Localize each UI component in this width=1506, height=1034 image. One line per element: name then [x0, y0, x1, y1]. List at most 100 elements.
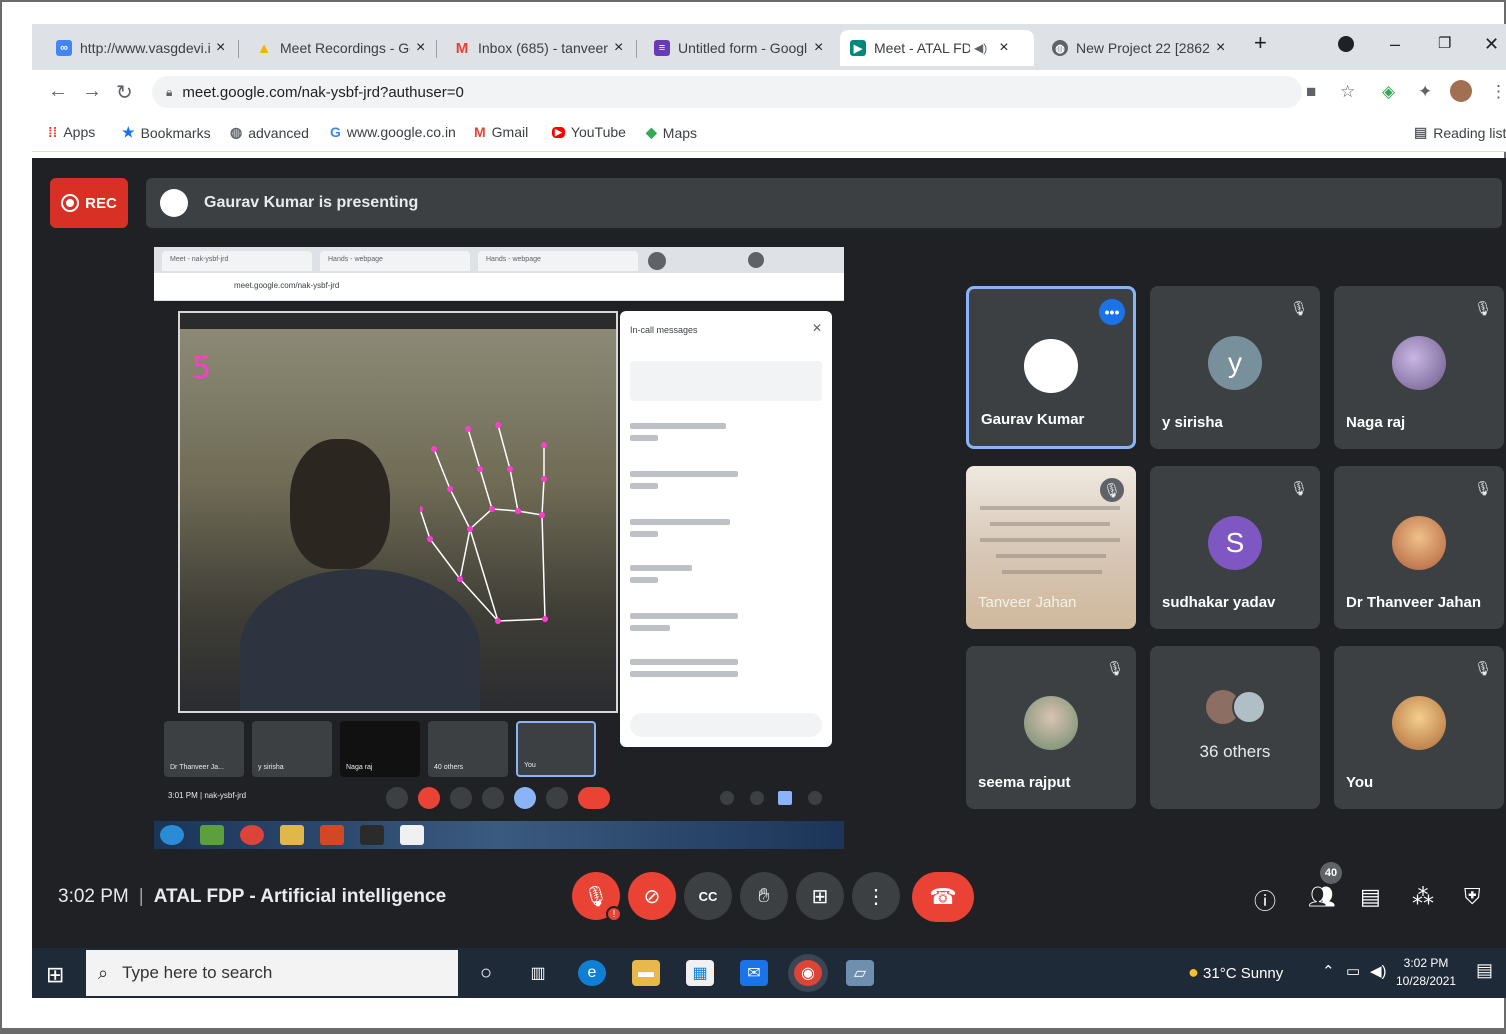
mic-off-icon: 🎙︎	[583, 885, 609, 908]
close-icon[interactable]: ×	[814, 39, 823, 57]
avatar	[1392, 516, 1446, 570]
task-view-icon[interactable]: ▥	[524, 960, 552, 986]
profile-avatar[interactable]	[1450, 80, 1472, 102]
restore-icon[interactable]: ❐	[1438, 34, 1451, 52]
search-icon: ⌕	[98, 962, 109, 983]
webcam-titlebar	[180, 313, 616, 329]
host-controls-icon[interactable]: ⛨	[1464, 884, 1481, 910]
participant-tile[interactable]: ••• Gaurav Kumar	[966, 286, 1136, 449]
weather-widget[interactable]: ● 31°C Sunny	[1188, 962, 1283, 983]
browser-tab-active[interactable]: ▶ Meet - ATAL FDP ◀) ×	[840, 30, 1034, 66]
participant-tile[interactable]: 🎙︎ Naga raj	[1334, 286, 1504, 449]
present-button[interactable]: ⊞	[796, 872, 844, 920]
participant-thumbnail: 40 others	[428, 721, 508, 777]
participant-name: Gaurav Kumar	[981, 411, 1085, 428]
file-explorer-icon[interactable]: ▬	[632, 960, 660, 986]
mic-off-icon: 🎙︎	[1106, 660, 1124, 676]
participant-name: seema rajput	[978, 774, 1071, 791]
menu-dots-icon[interactable]: ⋮	[1490, 82, 1506, 102]
warning-icon: !	[606, 906, 622, 922]
info-icon[interactable]: ⓘ	[1254, 884, 1276, 916]
chat-icon[interactable]: ▤	[1360, 884, 1381, 910]
meeting-title: ATAL FDP - Artificial intelligence	[153, 886, 447, 907]
mic-off-icon: 🎙︎	[1290, 480, 1308, 496]
show-hidden-icons[interactable]: ⌃	[1322, 962, 1335, 980]
chrome-icon[interactable]: ◉	[794, 960, 822, 986]
browser-tab[interactable]: ▲ Meet Recordings - Go ×	[246, 30, 426, 66]
cortana-icon[interactable]: ○	[472, 960, 500, 986]
raise-hand-button[interactable]: ✋︎	[740, 872, 788, 920]
browser-tab[interactable]: M Inbox (685) - tanveer ×	[444, 30, 624, 66]
store-icon[interactable]: ▦	[686, 960, 714, 986]
leave-call-button[interactable]: ☎︎	[912, 872, 974, 922]
windows-start-icon[interactable]: ⊞	[46, 962, 64, 988]
bookmark-bookmarks[interactable]: ★ Bookmarks	[122, 124, 211, 141]
people-icon[interactable]: 👥︎	[1308, 884, 1336, 910]
puzzle-icon[interactable]: ✦	[1418, 82, 1432, 102]
participant-tile[interactable]: 🎙︎ y y sirisha	[1150, 286, 1320, 449]
avatar	[1024, 339, 1078, 393]
taskbar-search[interactable]: ⌕ Type here to search	[86, 950, 458, 996]
browser-tab[interactable]: ∞ http://www.vasgdevi.i ×	[46, 30, 225, 66]
captions-button[interactable]: CC	[684, 872, 732, 920]
activities-icon[interactable]: ⁂	[1412, 884, 1434, 910]
star-icon[interactable]: ☆	[1340, 82, 1355, 102]
taskbar-clock[interactable]: 3:02 PM 10/28/2021	[1396, 954, 1456, 990]
bookmark-apps[interactable]: ⁞⁞ Apps	[48, 124, 95, 140]
speaker-icon[interactable]: ◀)	[974, 41, 987, 55]
bookmark-youtube[interactable]: ▶ YouTube	[552, 124, 626, 140]
bookmark-advanced[interactable]: ◍ advanced	[230, 124, 309, 141]
tab-title: http://www.vasgdevi.i	[80, 40, 210, 56]
avatar	[1392, 696, 1446, 750]
notifications-icon[interactable]: ▤	[1476, 960, 1493, 981]
bookmark-google[interactable]: G www.google.co.in	[330, 124, 456, 140]
close-icon[interactable]: ×	[216, 39, 225, 57]
browser-tab[interactable]: ◍ New Project 22 [2862 ×	[1042, 30, 1225, 66]
meeting-time: 3:02 PM	[58, 886, 129, 907]
participant-name: Tanveer Jahan	[978, 594, 1077, 611]
close-icon[interactable]: ×	[999, 39, 1008, 57]
browser-tab[interactable]: ≡ Untitled form - Googl ×	[644, 30, 823, 66]
people-icon	[750, 791, 764, 805]
bookmark-maps[interactable]: ◆ Maps	[646, 124, 697, 141]
avatar: y	[1208, 336, 1262, 390]
participant-tile[interactable]: 36 others	[1150, 646, 1320, 809]
participant-tile[interactable]: 🎙︎ You	[1334, 646, 1504, 809]
volume-icon[interactable]: ◀)	[1370, 962, 1387, 980]
minimize-icon[interactable]: –	[1390, 34, 1400, 55]
camera-toggle-button[interactable]: ⊘	[628, 872, 676, 920]
camera-icon[interactable]: ■	[1306, 82, 1316, 102]
meet-area: REC Gaurav Kumar is presenting Meet - na…	[32, 158, 1506, 948]
participant-tile[interactable]: 🎙︎ seema rajput	[966, 646, 1136, 809]
participant-tile[interactable]: 🎙︎ Dr Thanveer Jahan	[1334, 466, 1504, 629]
search-placeholder: Type here to search	[122, 963, 273, 982]
address-bar[interactable]: 🔒︎ meet.google.com/nak-ysbf-jrd?authuser…	[152, 76, 1302, 108]
extension-icon[interactable]: ◈	[1382, 82, 1395, 102]
close-icon[interactable]: ×	[614, 39, 623, 57]
record-indicator-icon[interactable]	[1338, 36, 1354, 52]
network-icon[interactable]: ▭	[1346, 962, 1360, 980]
app-icon	[320, 825, 344, 845]
back-icon[interactable]: ←	[48, 80, 68, 103]
participant-tile[interactable]: 🎙︎ S sudhakar yadav	[1150, 466, 1320, 629]
forward-icon[interactable]: →	[82, 80, 102, 103]
edge-icon[interactable]: e	[578, 960, 606, 986]
close-icon[interactable]: ×	[1216, 39, 1225, 57]
reading-list[interactable]: ▤ Reading list	[1414, 124, 1506, 141]
close-window-icon[interactable]: ✕	[1484, 34, 1499, 55]
participant-tile[interactable]: 🎙︎ Tanveer Jahan	[966, 466, 1136, 629]
more-options-icon[interactable]: •••	[1099, 299, 1125, 325]
drive-icon: ▲	[256, 39, 272, 57]
participant-count-badge: 40	[1320, 862, 1342, 884]
app-icon[interactable]: ▱	[846, 960, 874, 986]
reload-icon[interactable]: ↻	[116, 80, 133, 105]
shared-meet-view: 5 In-call messages ✕ Dr Thanveer Ja... y…	[154, 301, 844, 821]
mail-icon[interactable]: ✉	[740, 960, 768, 986]
app-icon	[200, 825, 224, 845]
close-icon[interactable]: ×	[416, 39, 425, 57]
mic-toggle-button[interactable]: 🎙︎ !	[572, 872, 622, 922]
new-tab-icon[interactable]: +	[1254, 30, 1267, 56]
participant-thumbnail: y sirisha	[252, 721, 332, 777]
more-options-button[interactable]: ⋮	[852, 872, 900, 920]
bookmark-gmail[interactable]: M Gmail	[474, 124, 528, 140]
